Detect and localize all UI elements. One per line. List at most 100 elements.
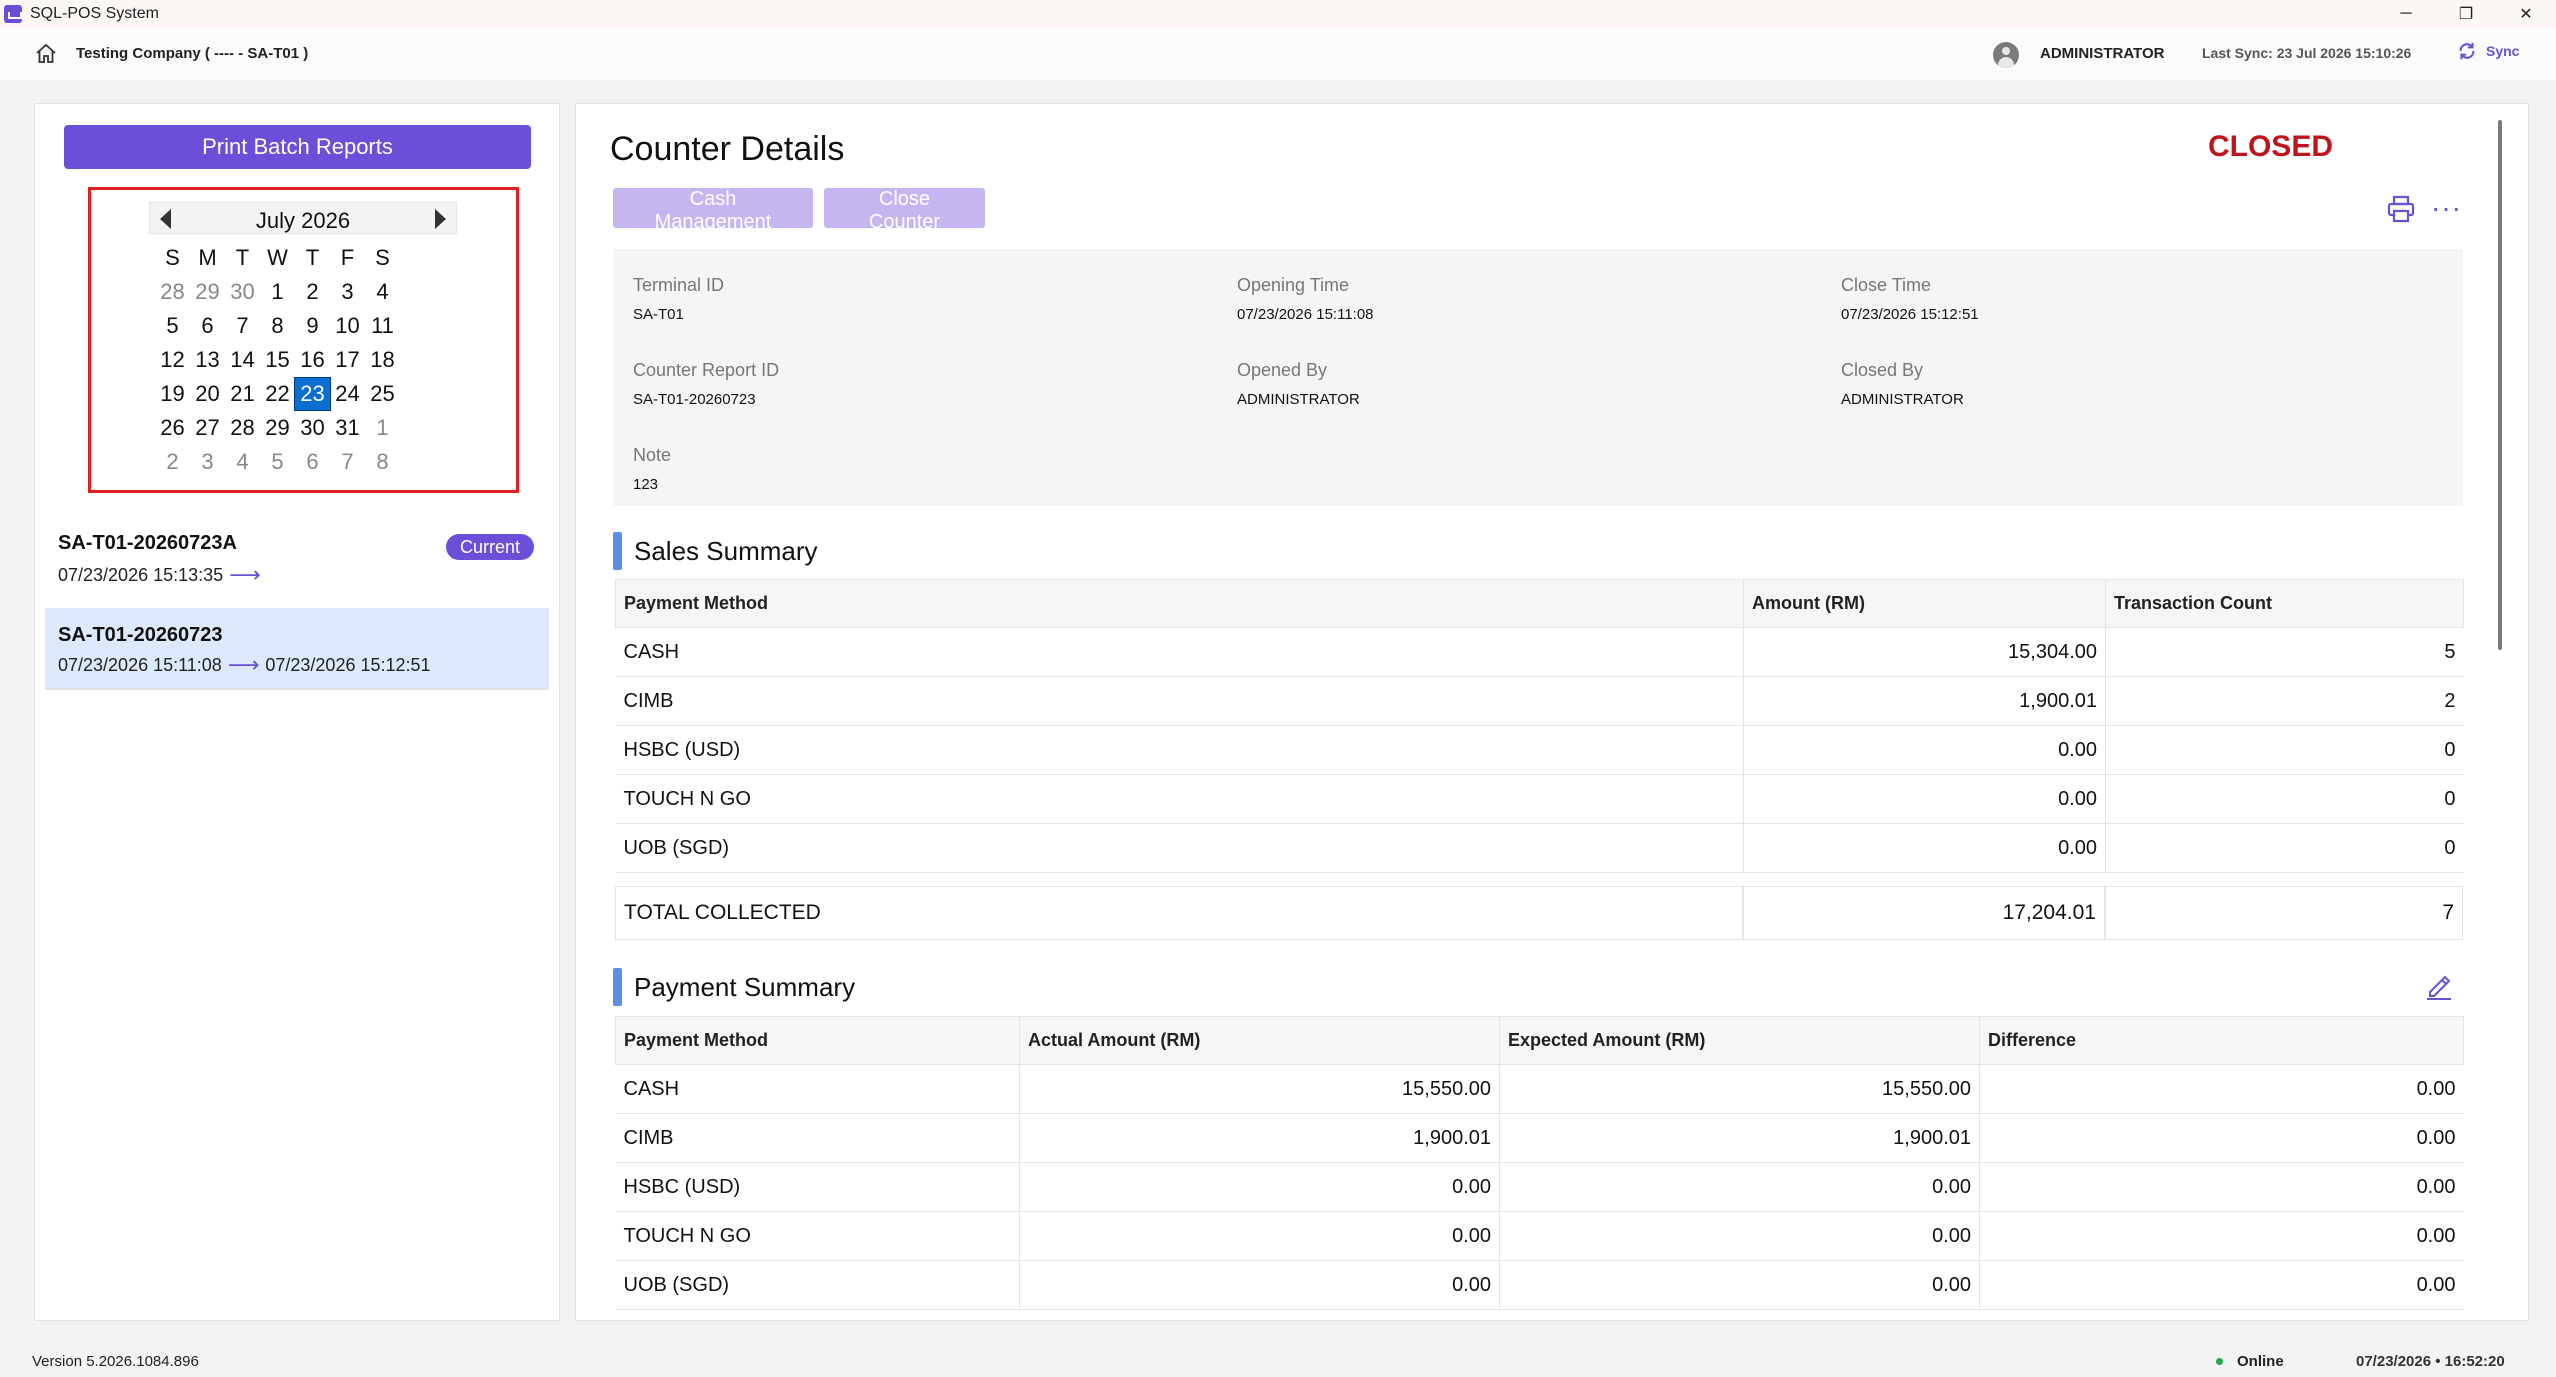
opening-time-value: 07/23/2026 15:11:08 <box>1237 306 1374 323</box>
total-amount: 17,204.01 <box>1743 886 2105 940</box>
cash-management-button[interactable]: Cash Management <box>613 188 813 233</box>
calendar: July 2026 S M T W T F S 28 29 30 1 2 3 4 5 6 7 8 9 10 11 12 13… <box>88 187 519 493</box>
calendar-day[interactable]: 31 <box>330 412 365 444</box>
close-counter-button[interactable]: Close Counter <box>824 188 985 233</box>
section-bar <box>613 532 622 570</box>
terminal-id-label: Terminal ID <box>633 275 725 295</box>
table-cell: 1,900.01 <box>1019 1113 1500 1163</box>
calendar-day[interactable]: 10 <box>330 310 365 342</box>
calendar-day[interactable]: 25 <box>365 378 400 410</box>
calendar-day[interactable]: 28 <box>225 412 260 444</box>
calendar-day[interactable]: 2 <box>155 446 190 478</box>
calendar-day[interactable]: 22 <box>260 378 295 410</box>
calendar-day[interactable]: 5 <box>260 446 295 478</box>
column-header: Actual Amount (RM) <box>1019 1016 1500 1065</box>
calendar-day[interactable]: 3 <box>330 276 365 308</box>
table-cell: 0.00 <box>1743 823 2106 873</box>
calendar-day[interactable]: 14 <box>225 344 260 376</box>
calendar-day-selected[interactable]: 23 <box>294 377 331 411</box>
current-badge: Current <box>445 534 534 560</box>
total-label: TOTAL COLLECTED <box>615 886 1743 940</box>
calendar-week-row: 2345678 <box>155 446 400 480</box>
print-batch-reports-button[interactable]: Print Batch Reports <box>64 125 531 169</box>
edit-icon[interactable] <box>2424 970 2454 1000</box>
sales-summary-heading: Sales Summary <box>613 532 818 570</box>
calendar-day[interactable]: 8 <box>260 310 295 342</box>
calendar-day[interactable]: 15 <box>260 344 295 376</box>
calendar-day[interactable]: 11 <box>365 310 400 342</box>
calendar-day[interactable]: 28 <box>155 276 190 308</box>
column-header: Transaction Count <box>2105 579 2464 628</box>
arrow-right-icon: ⟶ <box>229 562 261 587</box>
counter-list-item[interactable]: SA-T01-20260723A Current 07/23/2026 15:1… <box>45 524 549 596</box>
table-row: UOB (SGD) 0.00 0.00 0.00 <box>615 1260 2464 1310</box>
maximize-button[interactable]: ❐ <box>2436 0 2496 28</box>
table-cell: CIMB <box>615 1113 1020 1163</box>
calendar-day[interactable]: 21 <box>225 378 260 410</box>
table-cell: 1,900.01 <box>1499 1113 1980 1163</box>
calendar-week-row: 5 6 7 8 9 10 11 <box>155 310 400 344</box>
footer-datetime: 07/23/2026 • 16:52:20 <box>2356 1353 2505 1370</box>
calendar-day[interactable]: 8 <box>365 446 400 478</box>
calendar-day[interactable]: 29 <box>260 412 295 444</box>
sync-icon <box>2459 42 2475 60</box>
calendar-day[interactable]: 27 <box>190 412 225 444</box>
calendar-day[interactable]: 7 <box>330 446 365 478</box>
more-options-icon[interactable]: ··· <box>2431 192 2462 224</box>
calendar-day[interactable]: 17 <box>330 344 365 376</box>
counter-list-item-selected[interactable]: SA-T01-20260723 07/23/2026 15:11:08 ⟶ 07… <box>45 608 549 690</box>
calendar-day[interactable]: 30 <box>225 276 260 308</box>
weekday-label: M <box>198 245 217 270</box>
calendar-day[interactable]: 1 <box>260 276 295 308</box>
home-icon[interactable] <box>34 42 58 66</box>
scrollbar-thumb[interactable] <box>2498 120 2502 650</box>
payment-summary-table: Payment Method Actual Amount (RM) Expect… <box>615 1016 2464 1310</box>
calendar-day[interactable]: 12 <box>155 344 190 376</box>
calendar-day[interactable]: 2 <box>295 276 330 308</box>
online-label: Online <box>2237 1353 2284 1370</box>
calendar-day[interactable]: 1 <box>365 412 400 444</box>
close-window-button[interactable]: ✕ <box>2496 0 2556 28</box>
opened-by-field: Opened By ADMINISTRATOR <box>1237 360 1360 408</box>
calendar-day[interactable]: 24 <box>330 378 365 410</box>
print-icon[interactable] <box>2386 194 2416 224</box>
calendar-day[interactable]: 26 <box>155 412 190 444</box>
table-row: CIMB 1,900.01 2 <box>615 676 2464 726</box>
calendar-day[interactable]: 6 <box>295 446 330 478</box>
calendar-day[interactable]: 29 <box>190 276 225 308</box>
closed-by-field: Closed By ADMINISTRATOR <box>1841 360 1964 408</box>
table-row: CASH 15,550.00 15,550.00 0.00 <box>615 1064 2464 1114</box>
left-panel: Print Batch Reports July 2026 S M T W T F S 28 2… <box>34 103 560 1321</box>
calendar-day[interactable]: 30 <box>295 412 330 444</box>
next-month-icon[interactable] <box>435 209 446 229</box>
minimize-button[interactable]: ─ <box>2376 0 2436 28</box>
calendar-weekday-row: SMTWTFS <box>155 242 400 276</box>
calendar-day[interactable]: 3 <box>190 446 225 478</box>
calendar-day[interactable]: 9 <box>295 310 330 342</box>
title-bar: SQL-POS System ─ ❐ ✕ <box>0 0 2556 28</box>
calendar-day[interactable]: 4 <box>225 446 260 478</box>
calendar-day[interactable]: 6 <box>190 310 225 342</box>
total-count: 7 <box>2105 886 2463 940</box>
sync-button[interactable]: Sync <box>2456 40 2519 62</box>
calendar-day[interactable]: 13 <box>190 344 225 376</box>
calendar-day[interactable]: 7 <box>225 310 260 342</box>
table-cell: 0.00 <box>1979 1260 2464 1310</box>
weekday-label: F <box>340 245 355 270</box>
calendar-day[interactable]: 18 <box>365 344 400 376</box>
table-cell: 0 <box>2105 774 2464 824</box>
calendar-day[interactable]: 19 <box>155 378 190 410</box>
table-cell: 0.00 <box>1979 1113 2464 1163</box>
payment-summary-rows: CASH 15,550.00 15,550.00 0.00 CIMB 1,900.01 1,… <box>615 1064 2464 1310</box>
calendar-day[interactable]: 20 <box>190 378 225 410</box>
closed-by-value: ADMINISTRATOR <box>1841 391 1964 408</box>
calendar-day[interactable]: 16 <box>295 344 330 376</box>
table-cell: 0.00 <box>1019 1260 1500 1310</box>
table-cell: 15,550.00 <box>1019 1064 1500 1114</box>
calendar-day[interactable]: 5 <box>155 310 190 342</box>
calendar-day[interactable]: 4 <box>365 276 400 308</box>
sales-summary-title: Sales Summary <box>634 535 818 566</box>
payment-summary-heading: Payment Summary <box>613 968 855 1006</box>
table-cell: HSBC (USD) <box>615 725 1744 775</box>
counter-info: Terminal ID SA-T01 Opening Time 07/23/20… <box>613 249 2463 506</box>
